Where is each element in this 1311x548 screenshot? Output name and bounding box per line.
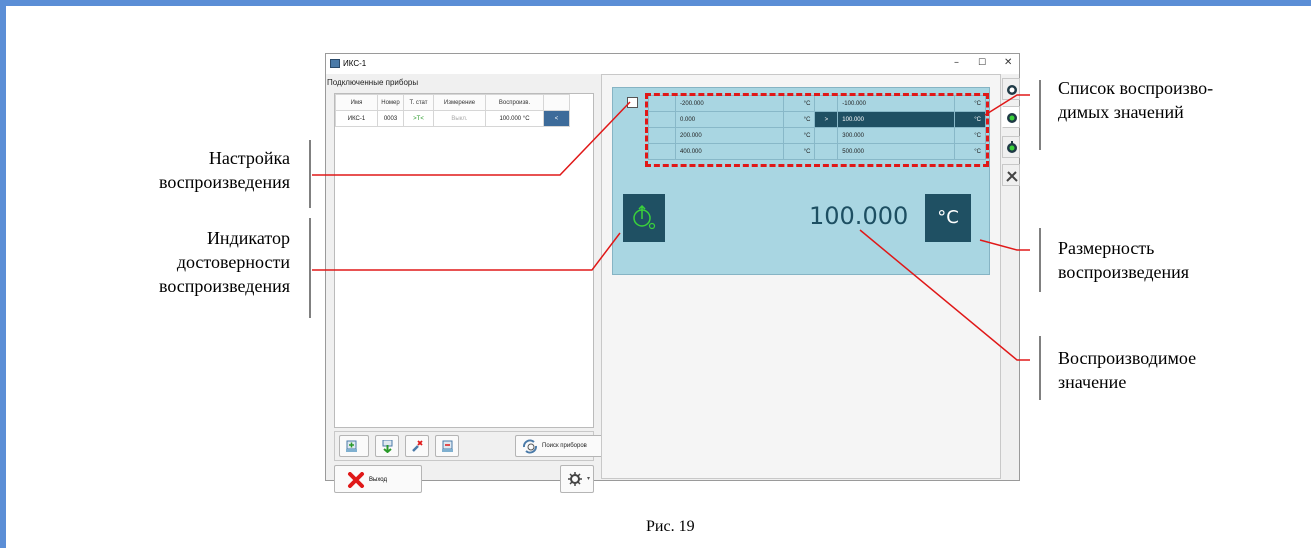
- window-title: ИКС-1: [343, 59, 367, 68]
- table-header-row: Имя Номер Т. стат Измерение Воспроизв.: [335, 94, 570, 111]
- callout-value-line1: Воспроизводимое: [1058, 348, 1197, 368]
- callout-settings-line2: воспроизведения: [158, 172, 290, 192]
- cell-name: ИКС-1: [335, 110, 378, 127]
- search-devices-button[interactable]: Поиск приборов: [515, 435, 603, 457]
- download-icon: [382, 440, 393, 453]
- col-action: [543, 94, 570, 111]
- tab-calibrate[interactable]: [1002, 136, 1020, 158]
- reproduction-unit[interactable]: °C: [925, 194, 971, 242]
- callout-value-line2: значение: [1058, 372, 1127, 392]
- callout-dimension: Размерность воспроизведения: [1058, 236, 1288, 284]
- callout-values-list-line1: Список воспроизво-: [1058, 78, 1214, 98]
- cell-number: 0003: [377, 110, 404, 127]
- app-icon: [330, 59, 340, 68]
- exit-x-icon: [348, 472, 364, 488]
- disconnect-device-button[interactable]: [405, 435, 429, 457]
- refresh-search-icon: [523, 439, 537, 454]
- download-device-button[interactable]: [375, 435, 399, 457]
- chevron-down-icon: ▾: [587, 475, 591, 482]
- add-device-button[interactable]: [339, 435, 369, 457]
- devices-toolbar: Поиск приборов: [334, 431, 603, 461]
- reproduction-settings-checkbox[interactable]: [627, 97, 638, 108]
- frame-top-border: [0, 0, 1311, 6]
- callout-indicator-line2: достоверности: [176, 252, 290, 272]
- tab-measure[interactable]: [1002, 78, 1020, 100]
- reproduced-value: 100.000: [809, 202, 909, 230]
- calibrate-icon: [1007, 141, 1017, 153]
- callout-indicator-line3: воспроизведения: [158, 276, 290, 296]
- close-button[interactable]: ✕: [1004, 57, 1012, 68]
- disconnect-icon: [412, 440, 423, 452]
- callout-value: Воспроизводимое значение: [1058, 346, 1288, 394]
- callout-indicator-line1: Индикатор: [206, 228, 290, 248]
- col-measure[interactable]: Измерение: [433, 94, 486, 111]
- frame-left-border: [0, 0, 6, 548]
- bottom-bar: Выход ▾: [334, 465, 594, 495]
- title-bar: ИКС-1 – ☐ ✕: [326, 54, 1019, 74]
- power-indicator-icon: [633, 205, 656, 230]
- minimize-button[interactable]: –: [954, 57, 959, 68]
- tab-tools[interactable]: [1002, 164, 1020, 186]
- settings-menu-button[interactable]: ▾: [560, 465, 594, 493]
- exit-label: Выход: [369, 477, 387, 483]
- col-number[interactable]: Номер: [377, 94, 404, 111]
- col-name[interactable]: Имя: [335, 94, 378, 111]
- reproduction-reliability-indicator: [623, 194, 665, 242]
- reproduce-icon: [1007, 113, 1017, 123]
- callout-dimension-line2: воспроизведения: [1058, 262, 1190, 282]
- reproduction-panel: -200.000 °C -100.000 °C 0.000 °C >100.000 °C 200…: [601, 74, 1001, 479]
- callout-values-list-line2: димых значений: [1058, 102, 1184, 122]
- tab-reproduce[interactable]: [1002, 106, 1020, 128]
- col-reproduce[interactable]: Воспроизв.: [485, 94, 544, 111]
- callout-dimension-line1: Размерность: [1058, 238, 1155, 258]
- cell-arrow-button[interactable]: <: [543, 110, 570, 127]
- reproduction-area: -200.000 °C -100.000 °C 0.000 °C >100.000 °C 200…: [612, 87, 990, 275]
- table-row[interactable]: ИКС-1 0003 >T< Выкл. 100.000 °C <: [335, 110, 570, 127]
- remove-device-button[interactable]: [435, 435, 459, 457]
- app-window: ИКС-1 – ☐ ✕ Подключенные приборы Имя Ном…: [325, 53, 1020, 493]
- connected-devices-panel: Подключенные приборы Имя Номер Т. стат И…: [326, 74, 603, 493]
- cell-tstat: >T<: [403, 110, 434, 127]
- gear-icon: [568, 472, 582, 486]
- tools-icon: [1006, 171, 1018, 182]
- measure-icon: [1007, 85, 1017, 95]
- callout-values-list: Список воспроизво- димых значений: [1058, 76, 1278, 124]
- add-device-icon: [346, 440, 357, 452]
- callout-indicator: Индикатор достоверности воспроизведения: [60, 226, 290, 298]
- connected-devices-title: Подключенные приборы: [327, 78, 419, 87]
- remove-device-icon: [442, 440, 453, 452]
- col-tstat[interactable]: Т. стат: [403, 94, 434, 111]
- values-list-highlight: [645, 93, 989, 167]
- callout-settings-line1: Настройка: [208, 148, 290, 168]
- figure-caption: Рис. 19: [646, 518, 695, 535]
- maximize-button[interactable]: ☐: [978, 58, 986, 68]
- cell-reproduce: 100.000 °C: [485, 110, 544, 127]
- side-tabs: [1002, 74, 1020, 204]
- exit-button[interactable]: Выход: [334, 465, 422, 493]
- cell-measure: Выкл.: [433, 110, 486, 127]
- search-devices-label: Поиск приборов: [542, 443, 587, 449]
- callout-settings: Настройка воспроизведения: [60, 146, 290, 194]
- devices-table: Имя Номер Т. стат Измерение Воспроизв. И…: [334, 93, 594, 428]
